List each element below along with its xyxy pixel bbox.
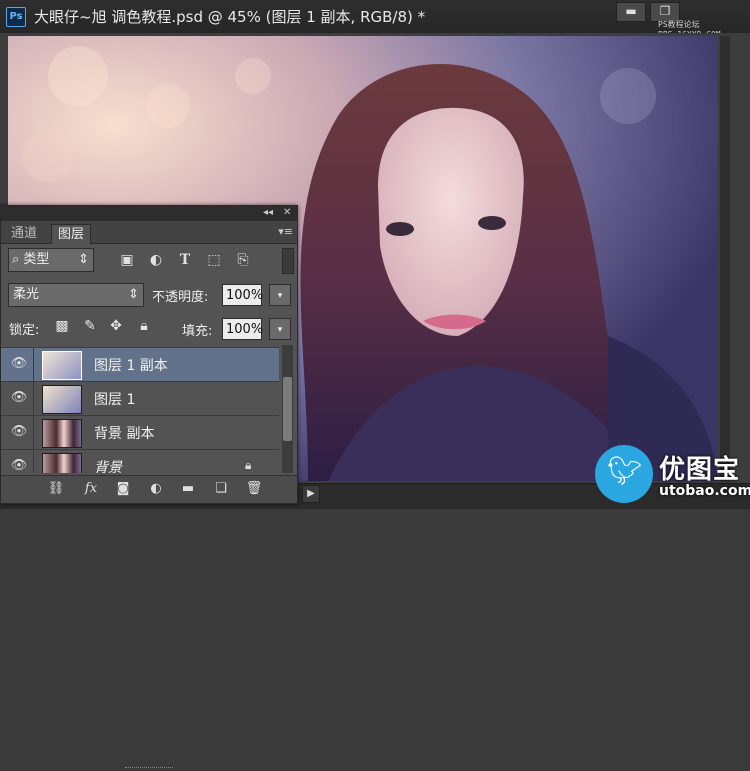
title-bar: Ps 大眼仔~旭 调色教程.psd @ 45% (图层 1 副本, RGB/8)… [0, 0, 750, 39]
layer-row[interactable]: 👁︎ 图层 1 [1, 381, 279, 415]
shape-icon[interactable]: ⬚ [204, 250, 224, 270]
blend-mode-select[interactable]: 柔光 ⇕ [8, 283, 144, 307]
layer-row[interactable]: 👁︎ 背景 副本 [1, 415, 279, 449]
fill-label: 填充: [182, 324, 213, 339]
layer-thumbnail [42, 351, 82, 380]
site-watermark: 🐦︎ 优图宝 utobao.com [593, 443, 750, 505]
layers-panel: ◂◂ ✕ 通道 图层 ▾≡ ⌕ 类型 ⇕ ▣ ◐ T ⬚ ⎘ 柔光 ⇕ 不透明度… [0, 205, 298, 768]
opacity-dropdown-button[interactable]: ▾ [269, 284, 291, 306]
eye-icon[interactable]: 👁︎ [10, 424, 28, 440]
document-title: 大眼仔~旭 调色教程.psd @ 45% (图层 1 副本, RGB/8) * [34, 8, 426, 26]
filter-toggle[interactable] [282, 248, 294, 274]
layer-name[interactable]: 图层 1 副本 [94, 355, 168, 375]
layer-row[interactable]: 👁︎ 图层 1 副本 [1, 347, 279, 381]
photoshop-logo: Ps [6, 7, 26, 27]
opacity-field[interactable]: 100% [222, 284, 263, 306]
play-button[interactable]: ▶ [302, 485, 320, 503]
brand-url: utobao.com [659, 483, 750, 499]
layer-thumbnail [42, 385, 82, 414]
fx-icon[interactable]: fx [81, 480, 101, 498]
select-arrow-icon: ⇕ [128, 287, 139, 302]
watermark-line: PS教程论坛 [658, 20, 700, 29]
minimize-button[interactable]: ▬ [616, 2, 646, 22]
tab-layers[interactable]: 图层 [51, 224, 92, 244]
divider [33, 348, 34, 381]
search-icon: ⌕ [12, 252, 20, 267]
layers-scrollbar-thumb[interactable] [283, 377, 292, 441]
panel-footer: ⛓ fx ◙ ◐ ▬ ❏ 🗑︎ [1, 475, 297, 768]
link-icon[interactable]: ⛓ [46, 480, 66, 498]
mask-icon[interactable]: ◙ [113, 480, 133, 498]
lock-icon: 🔒︎ [245, 458, 252, 472]
fill-field[interactable]: 100% [222, 318, 263, 340]
panel-tabs: 通道 图层 ▾≡ [1, 221, 297, 244]
adjustment-layer-icon[interactable]: ◐ [146, 480, 166, 498]
divider [33, 416, 34, 449]
layer-row[interactable]: 👁︎ 背景 🔒︎ [1, 449, 279, 473]
opacity-label: 不透明度: [152, 290, 209, 305]
layer-name[interactable]: 背景 [94, 457, 122, 473]
trash-icon[interactable]: 🗑︎ [244, 480, 264, 498]
folder-icon[interactable]: ▬ [178, 480, 198, 498]
filter-type-label: 类型 [23, 252, 50, 267]
fill-dropdown-button[interactable]: ▾ [269, 318, 291, 340]
lock-move-icon[interactable]: ✥ [107, 317, 125, 335]
brand-name: 优图宝 [659, 455, 741, 485]
layer-thumbnail [42, 419, 82, 448]
divider [33, 382, 34, 415]
layer-name[interactable]: 背景 副本 [94, 423, 154, 443]
type-icon[interactable]: T [175, 250, 195, 270]
layer-thumbnail [42, 453, 82, 473]
tab-channels[interactable]: 通道 [5, 224, 43, 243]
bird-icon: 🐦︎ [607, 454, 643, 487]
layer-name[interactable]: 图层 1 [94, 389, 135, 409]
adjustment-icon[interactable]: ◐ [146, 250, 166, 270]
close-icon[interactable]: ✕ [283, 207, 291, 218]
restore-button[interactable]: ❐ [650, 2, 680, 22]
eye-icon[interactable]: 👁︎ [10, 458, 28, 473]
blend-mode-value: 柔光 [13, 287, 40, 302]
panel-menu-icon[interactable]: ▾≡ [278, 225, 293, 238]
panel-header[interactable]: ◂◂ ✕ [1, 206, 297, 221]
eye-icon[interactable]: 👁︎ [10, 390, 28, 406]
image-icon[interactable]: ▣ [117, 250, 137, 270]
smart-object-icon[interactable]: ⎘ [233, 250, 253, 270]
resize-grip[interactable] [125, 767, 173, 771]
lock-paint-icon[interactable]: ✎ [81, 317, 99, 335]
lock-transparent-icon[interactable]: ▩ [53, 317, 71, 335]
lock-all-icon[interactable]: 🔒︎ [135, 317, 153, 335]
select-arrow-icon: ⇕ [78, 252, 89, 267]
canvas-vertical-scrollbar[interactable] [720, 36, 730, 481]
layer-filter-select[interactable]: ⌕ 类型 ⇕ [8, 248, 94, 272]
divider [33, 450, 34, 473]
layers-list: 👁︎ 图层 1 副本 👁︎ 图层 1 👁︎ 背景 副本 👁︎ 背景 🔒︎ [1, 345, 281, 473]
eye-icon[interactable]: 👁︎ [10, 356, 28, 372]
lock-label: 锁定: [9, 323, 40, 338]
new-layer-icon[interactable]: ❏ [211, 480, 231, 498]
collapse-icon[interactable]: ◂◂ [263, 207, 273, 218]
